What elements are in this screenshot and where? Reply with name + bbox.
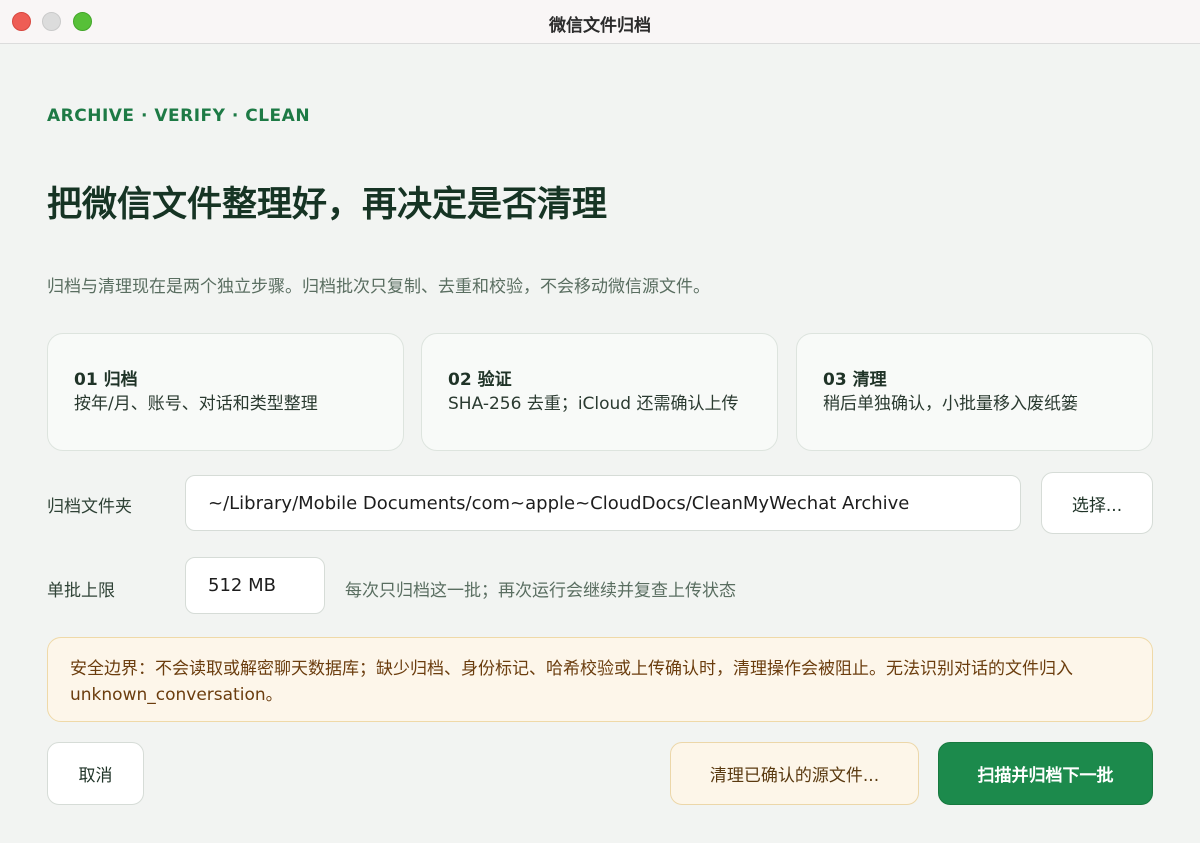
step-card-verify: 02 验证 SHA-256 去重；iCloud 还需确认上传	[421, 333, 778, 451]
step-description: 按年/月、账号、对话和类型整理	[74, 394, 318, 414]
scan-archive-next-batch-button[interactable]: 扫描并归档下一批	[938, 742, 1153, 805]
titlebar: 微信文件归档	[0, 0, 1200, 44]
step-card-archive: 01 归档 按年/月、账号、对话和类型整理	[47, 333, 404, 451]
archive-folder-label: 归档文件夹	[47, 497, 132, 517]
batch-limit-label: 单批上限	[47, 581, 115, 601]
choose-folder-button[interactable]: 选择...	[1041, 472, 1153, 534]
safety-warning-banner: 安全边界：不会读取或解密聊天数据库；缺少归档、身份标记、哈希校验或上传确认时，清…	[47, 637, 1153, 722]
step-description: 稍后单独确认，小批量移入废纸篓	[823, 394, 1078, 414]
page-subtitle: 归档与清理现在是两个独立步骤。归档批次只复制、去重和校验，不会移动微信源文件。	[47, 277, 710, 297]
batch-limit-field[interactable]: 512 MB	[185, 557, 325, 614]
window-title: 微信文件归档	[549, 16, 651, 36]
page-title: 把微信文件整理好，再决定是否清理	[47, 185, 608, 225]
eyebrow-text: ARCHIVE · VERIFY · CLEAN	[47, 106, 311, 126]
archive-folder-field[interactable]: ~/Library/Mobile Documents/com~apple~Clo…	[185, 475, 1021, 531]
cancel-button[interactable]: 取消	[47, 742, 144, 805]
step-title: 02 验证	[448, 370, 512, 390]
step-card-clean: 03 清理 稍后单独确认，小批量移入废纸篓	[796, 333, 1153, 451]
clean-confirmed-files-button[interactable]: 清理已确认的源文件...	[670, 742, 919, 805]
app-window: 微信文件归档 ARCHIVE · VERIFY · CLEAN 把微信文件整理好…	[0, 0, 1200, 843]
batch-limit-hint: 每次只归档这一批；再次运行会继续并复查上传状态	[345, 581, 736, 601]
step-description: SHA-256 去重；iCloud 还需确认上传	[448, 394, 739, 414]
step-title: 03 清理	[823, 370, 887, 390]
step-title: 01 归档	[74, 370, 138, 390]
